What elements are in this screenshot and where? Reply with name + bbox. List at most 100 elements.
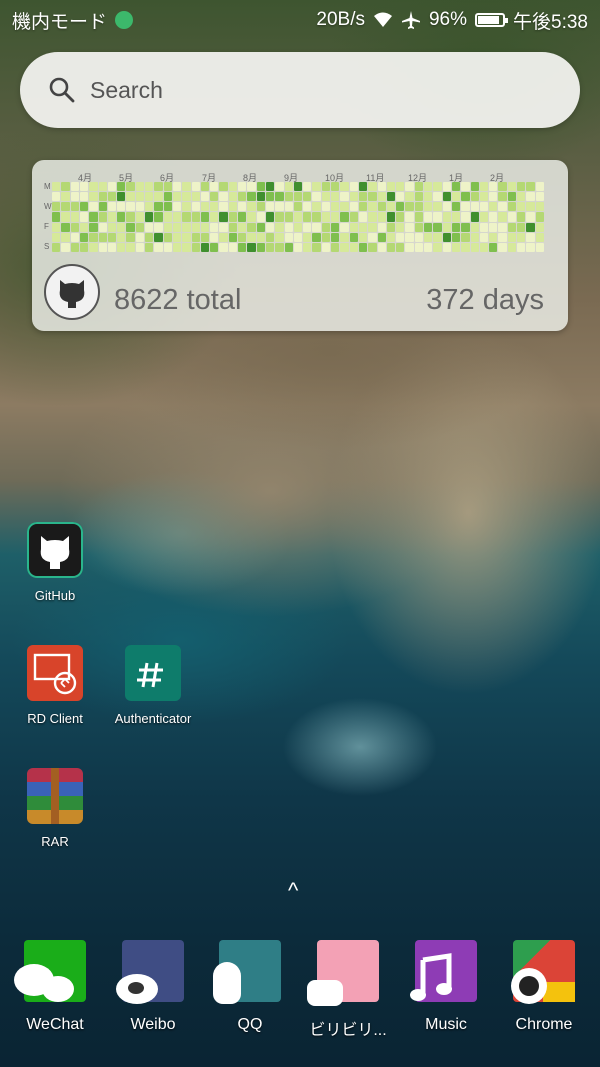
contribution-cell bbox=[145, 242, 154, 252]
contribution-cell bbox=[535, 242, 544, 252]
contribution-cell bbox=[442, 202, 451, 212]
contribution-cell bbox=[200, 202, 210, 212]
battery-icon bbox=[475, 13, 509, 27]
contribution-cell bbox=[70, 232, 79, 242]
contribution-cell bbox=[470, 182, 479, 192]
contribution-cell bbox=[256, 212, 265, 222]
contribution-cell bbox=[293, 232, 303, 242]
contribution-cell bbox=[507, 212, 517, 222]
contribution-cell bbox=[451, 192, 461, 202]
contribution-cell bbox=[275, 182, 284, 192]
contribution-cell bbox=[461, 182, 470, 192]
app-github[interactable]: GitHub bbox=[5, 522, 105, 603]
search-bar[interactable]: Search bbox=[20, 52, 580, 128]
contribution-cell bbox=[107, 192, 117, 202]
contribution-cell bbox=[52, 242, 61, 252]
contribution-cell bbox=[117, 212, 126, 222]
contribution-cell bbox=[70, 212, 79, 222]
contribution-cell bbox=[414, 232, 424, 242]
dock-app-music[interactable]: Music bbox=[396, 940, 496, 1034]
app-label: RD Client bbox=[27, 711, 83, 726]
contribution-cell bbox=[126, 192, 135, 202]
github-icon bbox=[27, 522, 83, 578]
chevron-up-icon[interactable]: ^ bbox=[288, 878, 298, 904]
dock-app-weibo[interactable]: Weibo bbox=[103, 940, 203, 1034]
contribution-cell bbox=[424, 212, 433, 222]
contribution-cell bbox=[172, 242, 182, 252]
contribution-cell bbox=[145, 222, 154, 232]
contribution-cell bbox=[526, 192, 535, 202]
contribution-cell bbox=[154, 222, 163, 232]
app-rd-client[interactable]: RD Client bbox=[5, 645, 105, 726]
contribution-cell bbox=[135, 192, 145, 202]
contribution-cell bbox=[386, 232, 396, 242]
contribution-cell bbox=[424, 202, 433, 212]
contribution-cell bbox=[228, 202, 238, 212]
contribution-cell bbox=[405, 182, 414, 192]
contribution-cell bbox=[312, 222, 321, 232]
status-right: 20B/s 96% 午後5:38 bbox=[316, 7, 588, 34]
contribution-cell bbox=[265, 202, 275, 212]
github-contributions-widget[interactable]: 4月 5月 6月 7月 8月 9月 10月 11月 12月 1月 2月 M W … bbox=[32, 160, 568, 331]
contribution-cell bbox=[414, 182, 424, 192]
contribution-cell bbox=[349, 232, 358, 242]
contribution-cell bbox=[321, 202, 331, 212]
contribution-cell bbox=[145, 182, 154, 192]
contribution-cell bbox=[479, 202, 489, 212]
contribution-cell bbox=[182, 202, 191, 212]
contribution-cell bbox=[293, 242, 303, 252]
contribution-cell bbox=[340, 192, 349, 202]
contribution-cell bbox=[265, 222, 275, 232]
app-authenticator[interactable]: Authenticator bbox=[103, 645, 203, 726]
contribution-cell bbox=[424, 242, 433, 252]
contribution-cell bbox=[200, 182, 210, 192]
contribution-cell bbox=[117, 182, 126, 192]
contribution-cell bbox=[247, 202, 256, 212]
contribution-cell bbox=[451, 202, 461, 212]
contribution-cell bbox=[284, 222, 293, 232]
day-label: W bbox=[44, 202, 52, 211]
contribution-cell bbox=[228, 232, 238, 242]
contribution-cell bbox=[182, 192, 191, 202]
contribution-cell bbox=[489, 192, 498, 202]
contribution-cell bbox=[182, 182, 191, 192]
contribution-cell bbox=[517, 222, 526, 232]
contribution-cell bbox=[79, 182, 89, 192]
contribution-cell bbox=[126, 232, 135, 242]
contribution-cell bbox=[247, 242, 256, 252]
contribution-cell bbox=[107, 222, 117, 232]
contribution-cell bbox=[396, 242, 405, 252]
contribution-cell bbox=[219, 192, 228, 202]
contribution-cell bbox=[200, 192, 210, 202]
contribution-cell bbox=[414, 192, 424, 202]
contribution-cell bbox=[284, 202, 293, 212]
dock-app-chrome[interactable]: Chrome bbox=[494, 940, 594, 1034]
contribution-cell bbox=[405, 242, 414, 252]
contribution-cell bbox=[163, 222, 172, 232]
dock-app-bilibili[interactable]: ビリビリ... bbox=[298, 940, 398, 1040]
search-placeholder: Search bbox=[90, 76, 163, 103]
battery-fill bbox=[478, 16, 500, 24]
contribution-cell bbox=[405, 202, 414, 212]
contribution-cell bbox=[107, 212, 117, 222]
app-rar[interactable]: RAR bbox=[5, 768, 105, 849]
contribution-cell bbox=[275, 202, 284, 212]
contribution-cell bbox=[293, 202, 303, 212]
contribution-cell bbox=[358, 202, 368, 212]
contribution-cell bbox=[89, 182, 98, 192]
contribution-cell bbox=[135, 212, 145, 222]
contribution-cell bbox=[145, 192, 154, 202]
dock-app-wechat[interactable]: WeChat bbox=[5, 940, 105, 1034]
contribution-cell bbox=[200, 242, 210, 252]
contribution-cell bbox=[517, 202, 526, 212]
contribution-cell bbox=[498, 222, 507, 232]
contribution-cell bbox=[238, 212, 247, 222]
dock-app-qq[interactable]: QQ bbox=[200, 940, 300, 1034]
contribution-cell bbox=[358, 192, 368, 202]
contribution-cell bbox=[238, 192, 247, 202]
contribution-cell bbox=[517, 192, 526, 202]
contribution-cell bbox=[442, 222, 451, 232]
contribution-cell bbox=[219, 242, 228, 252]
contribution-cell bbox=[182, 222, 191, 232]
contribution-cell bbox=[349, 182, 358, 192]
